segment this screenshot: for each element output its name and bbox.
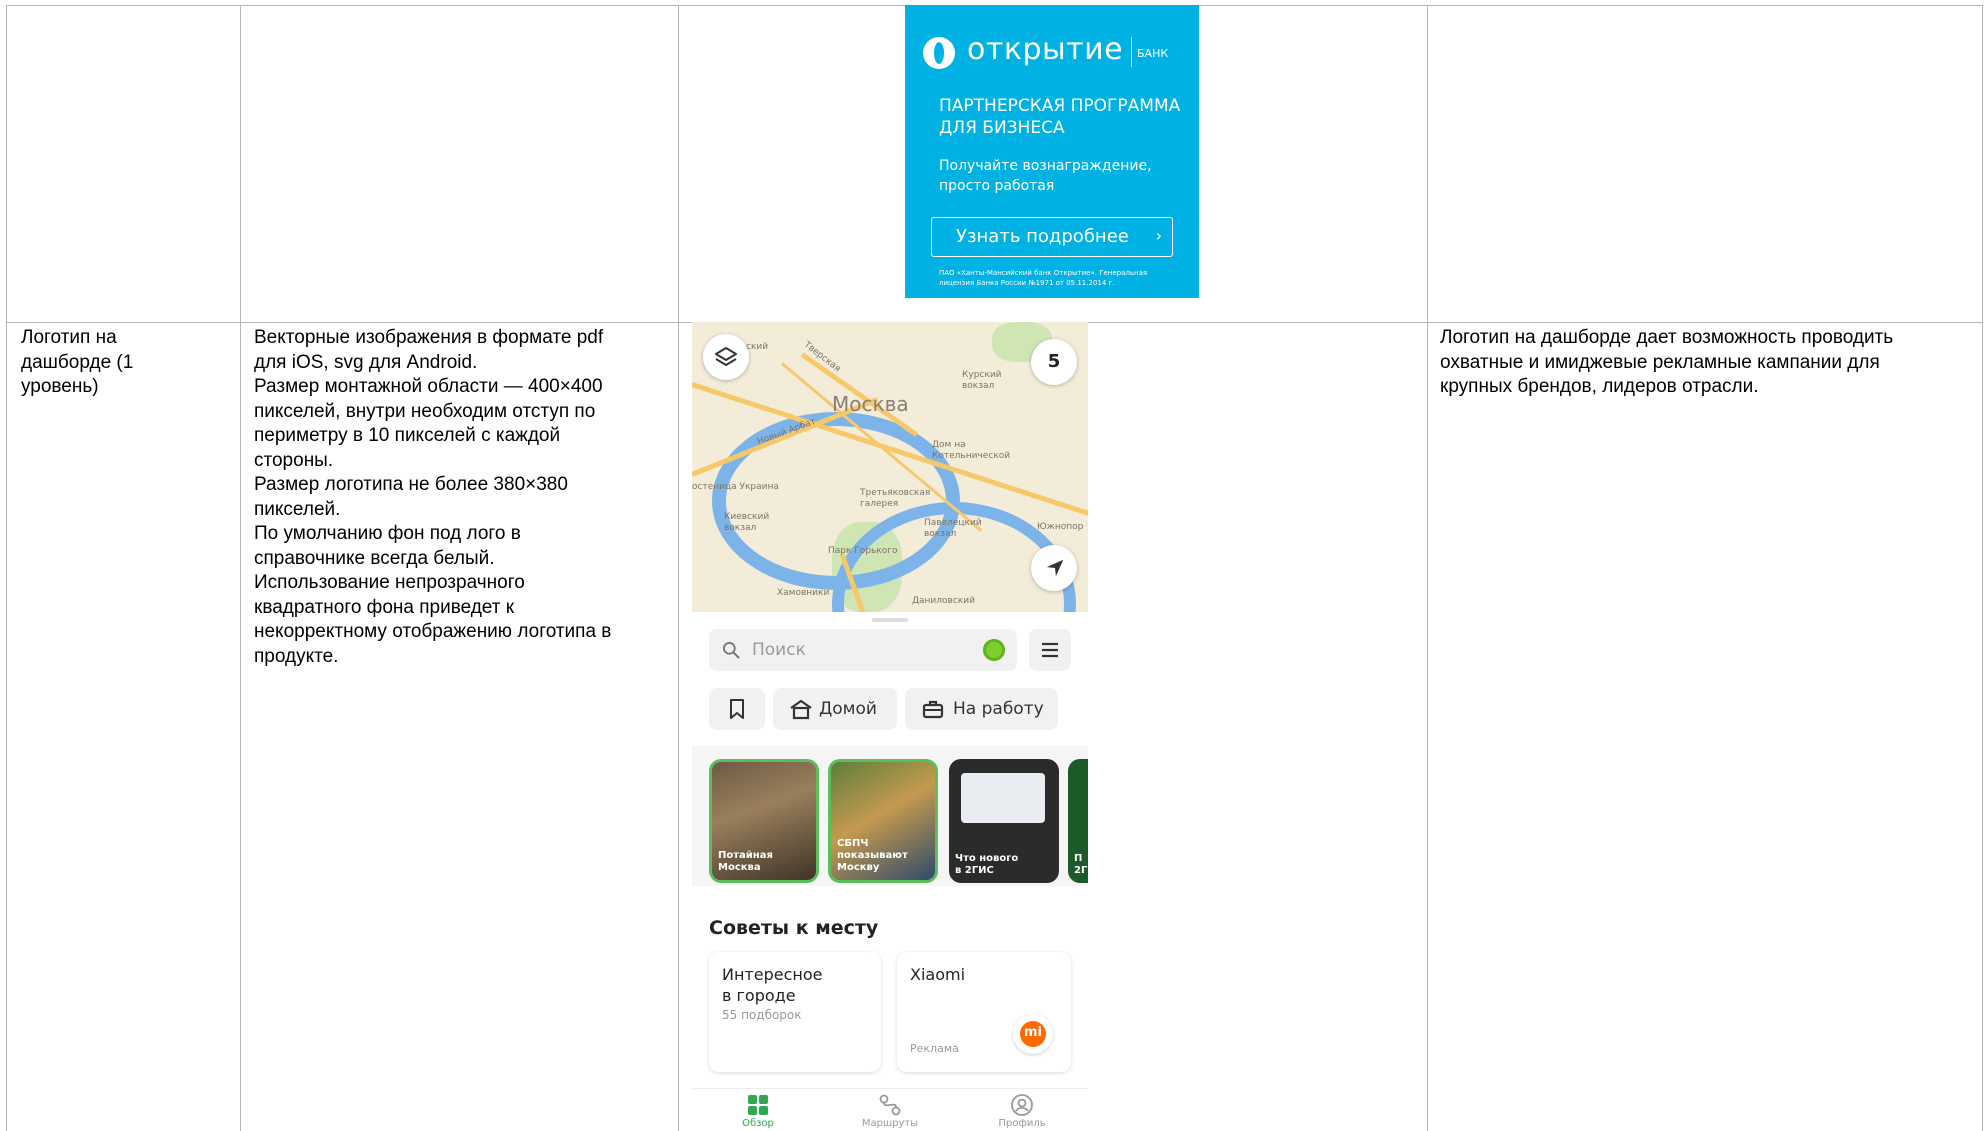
map-city-label: Москва (832, 392, 909, 416)
story-item[interactable]: П 2Г (1068, 759, 1088, 883)
home-icon (790, 699, 812, 720)
story-item[interactable]: СБПЧ показывают Москву (828, 759, 938, 883)
map-label: Парк Горького (828, 546, 898, 556)
tab-label: Маршруты (861, 1118, 919, 1129)
map-label: Даниловский (912, 596, 975, 606)
map-label: Киевский вокзал (724, 512, 770, 533)
stories-strip: Потайная Москва СБПЧ показывают Москву Ч… (692, 746, 1088, 886)
story-caption: СБПЧ показывают Москву (837, 838, 908, 873)
bank-logo-icon (923, 37, 955, 69)
work-chip-label: На работу (953, 699, 1044, 719)
work-chip[interactable]: На работу (905, 688, 1058, 730)
briefcase-icon (922, 700, 944, 719)
map-label: остеница Украина (692, 482, 779, 492)
home-chip[interactable]: Домой (773, 688, 897, 730)
home-chip-label: Домой (819, 699, 877, 719)
grid-icon (748, 1095, 768, 1115)
advert-card[interactable]: Xiaomi Реклама mi (897, 952, 1071, 1072)
map-label: Хамовники (777, 588, 830, 598)
brand-divider (1131, 37, 1132, 67)
search-field[interactable]: Поиск (709, 629, 1017, 671)
card-title: Xiaomi (910, 965, 966, 984)
xiaomi-logo-text: mi (1023, 1025, 1042, 1040)
bookmark-icon (730, 699, 744, 719)
story-item[interactable]: Что нового в 2ГИС (949, 759, 1059, 883)
collections-card[interactable]: Интересное в городе 55 подборок (709, 952, 881, 1072)
events-counter-button[interactable]: 5 (1031, 339, 1077, 385)
story-caption: Что нового в 2ГИС (955, 853, 1019, 876)
section-title: Советы к месту (709, 917, 879, 939)
navigation-arrow-icon (1046, 559, 1064, 577)
tab-routes[interactable]: Маршруты (824, 1089, 956, 1131)
chevron-right-icon: › (1155, 226, 1162, 245)
table-border-col1 (240, 5, 241, 1131)
tab-label: Профиль (998, 1118, 1046, 1129)
table-border-right (1982, 5, 1983, 1131)
bookmarks-chip[interactable] (709, 688, 765, 730)
row-description-cell: Логотип на дашборде дает возможность про… (1440, 327, 1894, 397)
events-counter: 5 (1047, 351, 1061, 372)
map-label: Павелецкий вокзал (924, 518, 982, 539)
card-title: Интересное в городе (722, 965, 823, 1005)
row-requirements-cell: Векторные изображения в формате pdf для … (254, 327, 612, 667)
my-location-button[interactable] (1031, 545, 1077, 591)
map-label: Дом на Котельнической (932, 440, 1011, 461)
map-label: Южнопор (1037, 522, 1084, 532)
learn-more-button[interactable]: Узнать подробнее › (931, 217, 1173, 257)
layers-icon (715, 347, 737, 366)
row-name-cell: Логотип на дашборде (1 уровень) (21, 327, 134, 397)
tab-profile[interactable]: Профиль (956, 1089, 1088, 1131)
sheet-grabber[interactable] (872, 618, 908, 622)
ad-label: Реклама (910, 1042, 959, 1055)
routes-icon (879, 1094, 901, 1116)
map-label: ский (746, 342, 769, 352)
map-label: Курский вокзал (962, 370, 1002, 391)
learn-more-label: Узнать подробнее (956, 226, 1129, 247)
story-caption: П 2Г (1074, 853, 1088, 876)
profile-icon (1011, 1094, 1033, 1116)
story-caption: Потайная Москва (718, 850, 773, 873)
search-icon (723, 642, 740, 659)
search-placeholder: Поиск (752, 640, 806, 660)
tab-bar: Обзор Маршруты Профиль (692, 1088, 1088, 1131)
bank-banner: открытие БАНК ПАРТНЕРСКАЯ ПРОГРАММА ДЛЯ … (905, 5, 1199, 298)
bottom-sheet: Поиск Домой На работу Потайная Москва СБ… (692, 612, 1088, 1131)
layers-button[interactable] (703, 334, 749, 380)
xiaomi-logo: mi (1013, 1014, 1053, 1054)
hamburger-icon (1042, 642, 1058, 658)
table-border-left (6, 5, 7, 1131)
banner-subheading: Получайте вознаграждение, просто работая (939, 158, 1152, 194)
story-item[interactable]: Потайная Москва (709, 759, 819, 883)
table-border-col3 (1427, 5, 1428, 1131)
map-view[interactable]: Москва Курский вокзал Новый Арбат Тверск… (692, 322, 1088, 612)
assistant-icon[interactable] (983, 639, 1005, 661)
tab-overview[interactable]: Обзор (692, 1089, 824, 1131)
app-screenshot: Москва Курский вокзал Новый Арбат Тверск… (692, 322, 1088, 1131)
card-subtitle: 55 подборок (722, 1008, 802, 1022)
map-label: Третьяковская галерея (860, 488, 931, 509)
tab-label: Обзор (742, 1118, 774, 1129)
banner-fineprint: ПАО «Ханты-Мансийский банк Открытие». Ге… (939, 269, 1148, 287)
story-preview (961, 773, 1045, 823)
table-border-col2 (678, 5, 679, 1131)
menu-button[interactable] (1029, 629, 1071, 671)
bank-brand: открытие (967, 32, 1124, 67)
bank-label: БАНК (1137, 47, 1169, 60)
banner-heading: ПАРТНЕРСКАЯ ПРОГРАММА ДЛЯ БИЗНЕСА (939, 96, 1181, 138)
